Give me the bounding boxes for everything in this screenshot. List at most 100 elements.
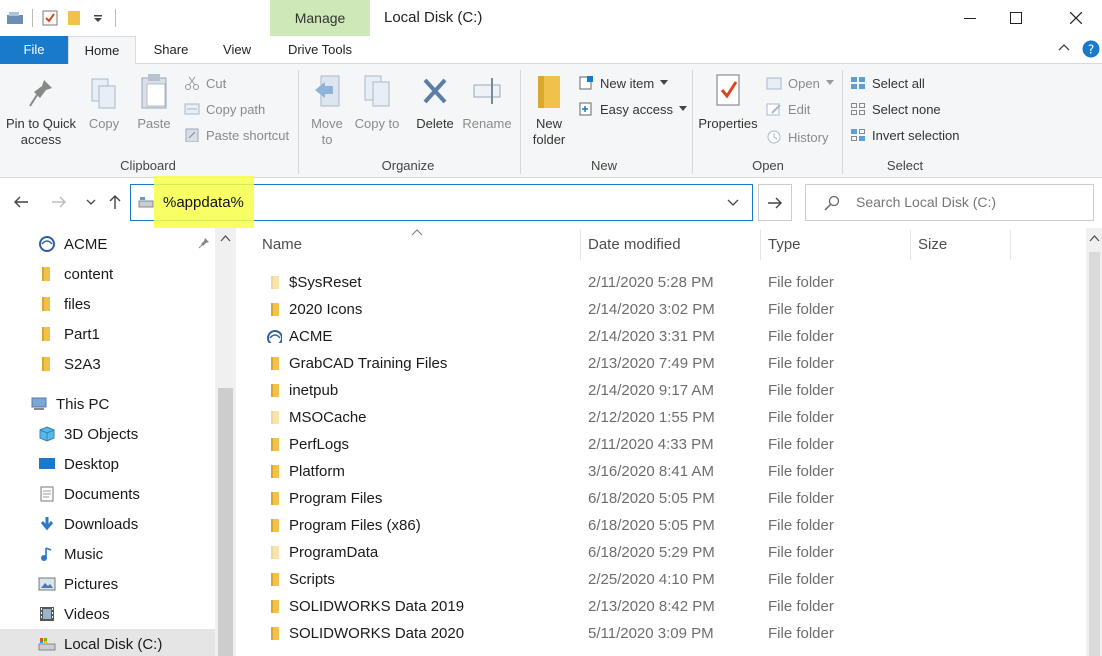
cut-button[interactable]: Cut <box>184 72 226 94</box>
properties-check-icon[interactable] <box>41 9 59 27</box>
copy-to-icon <box>364 75 390 107</box>
invert-selection-button[interactable]: Invert selection <box>850 124 959 146</box>
file-date-modified: 2/14/2020 3:02 PM <box>588 301 715 318</box>
sidebar-item-content[interactable]: content <box>0 259 215 289</box>
paste-label: Paste <box>137 116 171 131</box>
help-icon[interactable]: ? <box>1082 40 1100 58</box>
column-header-type[interactable]: Type <box>768 236 801 253</box>
rename-button[interactable]: Rename <box>460 72 514 132</box>
file-row[interactable]: 2020 Icons 2/14/2020 3:02 PM File folder <box>262 297 1082 324</box>
copy-to-button[interactable]: Copy to <box>354 72 400 132</box>
explorer-icon[interactable] <box>6 9 24 27</box>
sidebar-item-part1[interactable]: Part1 <box>0 319 215 349</box>
file-row[interactable]: Program Files (x86) 6/18/2020 5:05 PM File… <box>262 513 1082 540</box>
paste-shortcut-button[interactable]: Paste shortcut <box>184 124 289 146</box>
folder-icon <box>271 519 279 532</box>
close-button[interactable] <box>1053 0 1099 36</box>
easy-access-button[interactable]: Easy access <box>578 98 687 120</box>
back-button[interactable] <box>10 190 32 214</box>
file-row[interactable]: PerfLogs 2/11/2020 4:33 PM File folder <box>262 432 1082 459</box>
file-row[interactable]: ACME 2/14/2020 3:31 PM File folder <box>262 324 1082 351</box>
sidebar-item-documents[interactable]: Documents <box>0 479 215 509</box>
file-row[interactable]: Scripts 2/25/2020 4:10 PM File folder <box>262 567 1082 594</box>
sidebar-item-downloads[interactable]: Downloads <box>0 509 215 539</box>
sidebar-item-music[interactable]: Music <box>0 539 215 569</box>
file-list-scroll-thumb[interactable] <box>1089 252 1100 656</box>
file-type: File folder <box>768 274 834 291</box>
address-dropdown-chevron-icon[interactable] <box>727 197 739 207</box>
file-list-scrollbar[interactable] <box>1086 228 1102 656</box>
file-row[interactable]: Program Files 6/18/2020 5:05 PM File folde… <box>262 486 1082 513</box>
tab-view[interactable]: View <box>210 36 264 64</box>
sidebar-item-videos[interactable]: Videos <box>0 599 215 629</box>
manage-context-tab[interactable]: Manage <box>270 0 370 36</box>
folder-icon <box>271 627 279 640</box>
edit-button[interactable]: Edit <box>766 98 810 120</box>
properties-button[interactable]: Properties <box>696 72 760 132</box>
sidebar-item-3d-objects[interactable]: 3D Objects <box>0 419 215 449</box>
sidebar-item-label: Local Disk (C:) <box>64 635 163 653</box>
column-divider[interactable] <box>1010 230 1011 260</box>
sidebar-item-local-disk[interactable]: Local Disk (C:) <box>0 629 215 656</box>
pin-quick-access-button[interactable]: Pin to Quick access <box>4 76 78 148</box>
file-row[interactable]: GrabCAD Training Files 2/13/2020 7:49 PM F… <box>262 351 1082 378</box>
column-divider[interactable] <box>580 230 581 260</box>
tab-drive-tools[interactable]: Drive Tools <box>272 36 368 64</box>
recent-locations-button[interactable] <box>80 190 102 214</box>
folder-icon <box>271 600 279 613</box>
sidebar-item-label: files <box>64 295 91 313</box>
new-item-button[interactable]: New item <box>578 72 669 94</box>
tab-file[interactable]: File <box>0 36 68 64</box>
select-none-button[interactable]: Select none <box>850 98 941 120</box>
file-row[interactable]: SOLIDWORKS Data 2020 5/11/2020 3:09 PM Fil… <box>262 621 1082 648</box>
select-all-button[interactable]: Select all <box>850 72 925 94</box>
sidebar-scrollbar[interactable] <box>215 228 236 656</box>
column-divider[interactable] <box>760 230 761 260</box>
sidebar-item-s2a3[interactable]: S2A3 <box>0 349 215 379</box>
forward-button[interactable] <box>48 190 70 214</box>
sidebar-item-pictures[interactable]: Pictures <box>0 569 215 599</box>
sidebar-item-acme[interactable]: ACME <box>0 229 215 259</box>
go-button[interactable] <box>758 184 792 221</box>
column-header-size[interactable]: Size <box>918 236 947 253</box>
file-row[interactable]: $SysReset 2/11/2020 5:28 PM File folder <box>262 270 1082 297</box>
sidebar-item-files[interactable]: files <box>0 289 215 319</box>
copy-path-button[interactable]: Copy path <box>184 98 265 120</box>
new-item-icon <box>579 76 593 90</box>
customize-qat-chevron-icon[interactable] <box>89 9 107 27</box>
folder-icon <box>42 357 50 371</box>
file-row[interactable]: MSOCache 2/12/2020 1:55 PM File folder <box>262 405 1082 432</box>
file-row[interactable]: ProgramData 6/18/2020 5:29 PM File folder <box>262 540 1082 567</box>
ribbon-collapse-chevron-icon[interactable] <box>1058 42 1070 54</box>
tab-share[interactable]: Share <box>142 36 200 64</box>
new-folder-button[interactable]: New folder <box>526 72 572 148</box>
sidebar-item-this-pc[interactable]: This PC <box>0 389 215 419</box>
file-row[interactable]: SOLIDWORKS Data 2019 2/13/2020 8:42 PM Fil… <box>262 594 1082 621</box>
delete-button[interactable]: Delete <box>412 72 458 132</box>
folder-icon <box>271 465 279 478</box>
sidebar-item-desktop[interactable]: Desktop <box>0 449 215 479</box>
column-header-date[interactable]: Date modified <box>588 236 681 253</box>
sidebar-scroll-thumb[interactable] <box>218 388 233 656</box>
sidebar-item-label: S2A3 <box>64 355 101 373</box>
move-to-button[interactable]: Move to <box>304 72 350 148</box>
new-folder-qat-icon[interactable] <box>65 9 83 27</box>
history-button[interactable]: History <box>766 126 828 148</box>
paste-button[interactable]: Paste <box>132 72 176 132</box>
copy-button[interactable]: Copy <box>84 76 124 132</box>
group-divider <box>692 70 693 174</box>
address-input[interactable]: %appdata% <box>163 194 244 211</box>
minimize-button[interactable] <box>947 0 993 36</box>
search-input[interactable] <box>856 194 1086 210</box>
open-button[interactable]: Open <box>766 72 834 94</box>
file-name: 2020 Icons <box>289 301 363 318</box>
folder-icon <box>271 384 279 397</box>
search-box[interactable] <box>805 184 1094 221</box>
maximize-button[interactable] <box>993 0 1039 36</box>
file-row[interactable]: inetpub 2/14/2020 9:17 AM File folder <box>262 378 1082 405</box>
column-divider[interactable] <box>910 230 911 260</box>
column-header-name[interactable]: Name <box>262 236 302 253</box>
up-button[interactable] <box>104 190 126 214</box>
file-row[interactable]: Platform 3/16/2020 8:41 AM File folder <box>262 459 1082 486</box>
tab-home[interactable]: Home <box>68 36 136 65</box>
